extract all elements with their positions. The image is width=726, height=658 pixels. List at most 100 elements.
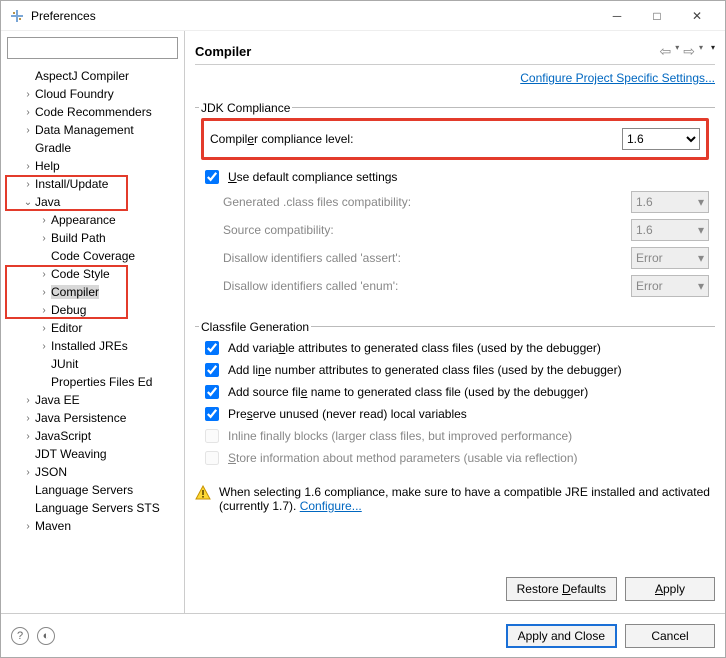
restore-defaults-button[interactable]: Restore Defaults	[506, 577, 617, 601]
tree-item-label: Appearance	[51, 213, 116, 227]
chevron-icon: ›	[21, 467, 35, 478]
chevron-icon: ›	[21, 431, 35, 442]
tree-item[interactable]: ›Appearance	[1, 211, 184, 229]
chevron-icon: ›	[21, 179, 35, 190]
tree-item[interactable]: Properties Files Ed	[1, 373, 184, 391]
maximize-button[interactable]: □	[637, 5, 677, 27]
tree-item-label: Gradle	[35, 141, 71, 155]
chevron-icon: ›	[21, 161, 35, 172]
cb-inline-finally-label: Inline finally blocks (larger class file…	[228, 429, 572, 443]
back-menu-icon[interactable]: ▾	[675, 43, 679, 60]
nav-arrows: ⇦ ▾ ⇨ ▾ ▾	[659, 43, 715, 60]
tree-item[interactable]: ›Java Persistence	[1, 409, 184, 427]
cb-line-num-label: Add line number attributes to generated …	[228, 363, 622, 377]
tree-item-label: JavaScript	[35, 429, 91, 443]
chevron-icon: ›	[37, 305, 51, 316]
disallow-enum-select: Error▾	[631, 275, 709, 297]
progress-icon[interactable]: ◐	[37, 627, 55, 645]
configure-jre-link[interactable]: Configure...	[300, 499, 362, 513]
chevron-icon: ›	[21, 107, 35, 118]
tree-item[interactable]: ›Installed JREs	[1, 337, 184, 355]
tree-item[interactable]: AspectJ Compiler	[1, 67, 184, 85]
apply-button[interactable]: Apply	[625, 577, 715, 601]
tree-item-label: Build Path	[51, 231, 106, 245]
tree-item[interactable]: Language Servers STS	[1, 499, 184, 517]
classfile-group: Classfile Generation Add variable attrib…	[195, 312, 715, 477]
tree-item[interactable]: JUnit	[1, 355, 184, 373]
back-icon[interactable]: ⇦	[659, 43, 671, 60]
chevron-icon: ›	[21, 521, 35, 532]
tree-item-label: Installed JREs	[51, 339, 128, 353]
tree-item-label: Code Recommenders	[35, 105, 152, 119]
cb-line-num[interactable]	[205, 363, 219, 377]
chevron-icon: ›	[37, 323, 51, 334]
title-bar: Preferences ─ □ ✕	[1, 1, 725, 31]
use-default-checkbox[interactable]	[205, 170, 219, 184]
preferences-tree[interactable]: AspectJ Compiler›Cloud Foundry›Code Reco…	[1, 65, 184, 613]
chevron-icon: ›	[37, 233, 51, 244]
compliance-row-highlight: Compiler compliance level: 1.6	[201, 118, 709, 160]
tree-item-label: JUnit	[51, 357, 78, 371]
preferences-window: Preferences ─ □ ✕ AspectJ Compiler›Cloud…	[0, 0, 726, 658]
tree-item-label: Java Persistence	[35, 411, 126, 425]
tree-item[interactable]: ›Editor	[1, 319, 184, 337]
tree-item[interactable]: ›Maven	[1, 517, 184, 535]
compliance-label: Compiler compliance level:	[210, 132, 614, 146]
tree-item[interactable]: ›Debug	[1, 301, 184, 319]
cb-var-attr[interactable]	[205, 341, 219, 355]
tree-item[interactable]: ›Build Path	[1, 229, 184, 247]
cb-store-params-label: Store information about method parameter…	[228, 451, 578, 465]
src-compat-label: Source compatibility:	[223, 223, 623, 237]
group-title-jdk: JDK Compliance	[199, 101, 292, 115]
tree-item[interactable]: ›Java EE	[1, 391, 184, 409]
chevron-icon: ›	[37, 269, 51, 280]
help-icon[interactable]: ?	[11, 627, 29, 645]
tree-item-label: JSON	[35, 465, 67, 479]
tree-item[interactable]: ›Install/Update	[1, 175, 184, 193]
cb-inline-finally	[205, 429, 219, 443]
cb-preserve-unused[interactable]	[205, 407, 219, 421]
filter-input[interactable]	[7, 37, 178, 59]
tree-item[interactable]: ›JSON	[1, 463, 184, 481]
forward-menu-icon[interactable]: ▾	[699, 43, 703, 60]
warning-icon	[195, 485, 211, 501]
tree-item[interactable]: ⌄Java	[1, 193, 184, 211]
close-button[interactable]: ✕	[677, 5, 717, 27]
chevron-icon: ›	[37, 215, 51, 226]
tree-item[interactable]: Code Coverage	[1, 247, 184, 265]
tree-item[interactable]: Gradle	[1, 139, 184, 157]
tree-item[interactable]: ›Cloud Foundry	[1, 85, 184, 103]
tree-item-label: Language Servers	[35, 483, 133, 497]
chevron-icon: ›	[21, 413, 35, 424]
configure-project-link[interactable]: Configure Project Specific Settings...	[520, 71, 715, 85]
chevron-icon: ›	[37, 341, 51, 352]
use-default-label: Use default compliance settings	[228, 170, 397, 184]
cancel-button[interactable]: Cancel	[625, 624, 715, 648]
main-panel: Compiler ⇦ ▾ ⇨ ▾ ▾ Configure Project Spe…	[185, 31, 725, 613]
disallow-enum-label: Disallow identifiers called 'enum':	[223, 279, 623, 293]
gen-class-label: Generated .class files compatibility:	[223, 195, 623, 209]
compliance-select[interactable]: 1.6	[622, 128, 700, 150]
view-menu-icon[interactable]: ▾	[711, 43, 715, 60]
tree-item[interactable]: Language Servers	[1, 481, 184, 499]
tree-item[interactable]: ›Help	[1, 157, 184, 175]
tree-item[interactable]: ›Code Style	[1, 265, 184, 283]
apply-close-button[interactable]: Apply and Close	[506, 624, 617, 648]
cb-source-file[interactable]	[205, 385, 219, 399]
tree-item[interactable]: ›Compiler	[1, 283, 184, 301]
chevron-icon: ⌄	[21, 197, 35, 208]
minimize-button[interactable]: ─	[597, 5, 637, 27]
warning-text: When selecting 1.6 compliance, make sure…	[219, 485, 715, 513]
tree-item[interactable]: ›Code Recommenders	[1, 103, 184, 121]
tree-item[interactable]: ›Data Management	[1, 121, 184, 139]
tree-item-label: Java	[35, 195, 60, 209]
chevron-icon: ›	[21, 89, 35, 100]
forward-icon[interactable]: ⇨	[683, 43, 695, 60]
tree-item[interactable]: ›JavaScript	[1, 427, 184, 445]
jdk-compliance-group: JDK Compliance Compiler compliance level…	[195, 93, 715, 308]
tree-item-label: Properties Files Ed	[51, 375, 152, 389]
tree-item[interactable]: JDT Weaving	[1, 445, 184, 463]
warning-row: When selecting 1.6 compliance, make sure…	[195, 477, 715, 513]
sidebar: AspectJ Compiler›Cloud Foundry›Code Reco…	[1, 31, 185, 613]
chevron-icon: ›	[37, 287, 51, 298]
